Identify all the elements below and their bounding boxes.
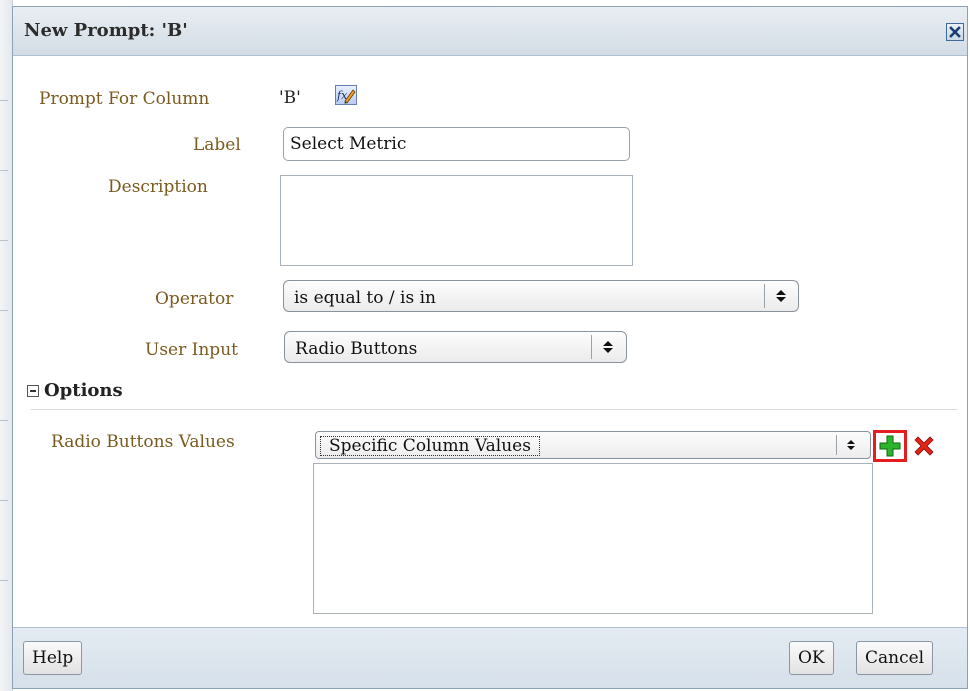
prompt-for-column-label: Prompt For Column (39, 89, 210, 109)
edge-tick (0, 580, 8, 581)
close-button[interactable] (946, 23, 964, 41)
user-input-select[interactable]: Radio Buttons (284, 331, 627, 363)
radio-values-source-value: Specific Column Values (320, 436, 540, 456)
user-input-selected-value: Radio Buttons (295, 339, 418, 359)
prompt-for-column-value: 'B' (279, 88, 301, 108)
edge-tick (0, 500, 8, 501)
edge-tick (0, 420, 8, 421)
edit-formula-button[interactable]: fx (335, 85, 357, 105)
select-divider (836, 435, 837, 455)
dialog-footer: Help OK Cancel (13, 627, 967, 688)
dialog-titlebar[interactable]: New Prompt: 'B' (13, 7, 967, 56)
description-textarea[interactable] (280, 175, 633, 266)
dialog-title: New Prompt: 'B' (24, 20, 188, 41)
collapse-icon[interactable] (27, 384, 39, 397)
select-arrows-icon (601, 338, 615, 356)
edge-tick (0, 170, 8, 171)
select-divider (591, 335, 592, 359)
edge-tick (0, 100, 8, 101)
ok-button[interactable]: OK (789, 641, 834, 675)
radio-values-list[interactable] (313, 463, 873, 614)
radio-values-source-select[interactable]: Specific Column Values (315, 431, 871, 459)
edge-tick (0, 240, 8, 241)
edge-tick (0, 310, 8, 311)
add-icon (879, 435, 901, 457)
label-input[interactable] (283, 127, 630, 161)
delete-value-button[interactable] (909, 431, 939, 461)
operator-selected-value: is equal to / is in (294, 288, 436, 308)
radio-buttons-values-label: Radio Buttons Values (51, 432, 235, 452)
options-divider (31, 409, 957, 410)
options-title: Options (44, 380, 123, 401)
description-label: Description (108, 177, 208, 197)
new-prompt-dialog: New Prompt: 'B' Prompt For Column 'B' fx… (12, 6, 968, 689)
close-icon (949, 26, 961, 38)
label-field-label: Label (193, 135, 241, 155)
operator-select[interactable]: is equal to / is in (283, 280, 799, 312)
select-arrows-icon (844, 437, 858, 453)
options-section-header[interactable]: Options (27, 380, 123, 401)
help-button[interactable]: Help (23, 641, 83, 675)
edit-formula-icon: fx (336, 89, 356, 104)
select-arrows-icon (774, 287, 788, 305)
add-value-button[interactable] (873, 430, 907, 462)
user-input-label: User Input (145, 340, 238, 360)
operator-label: Operator (155, 289, 234, 309)
select-divider (764, 284, 765, 308)
delete-icon (914, 436, 934, 456)
cancel-button[interactable]: Cancel (856, 641, 934, 675)
